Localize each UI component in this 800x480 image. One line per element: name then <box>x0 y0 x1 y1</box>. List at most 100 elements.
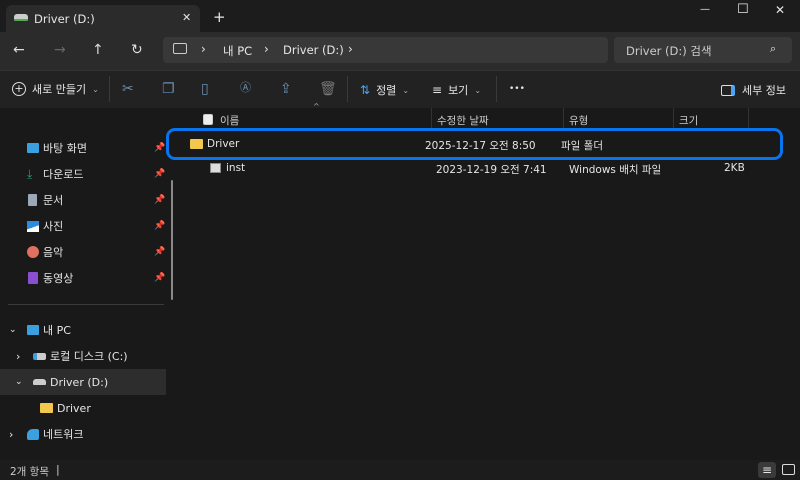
file-size: 2KB <box>724 162 745 174</box>
cut-icon[interactable]: ✂ <box>122 82 134 96</box>
address-bar[interactable]: › 내 PC › Driver (D:) › <box>163 37 608 63</box>
back-icon[interactable]: ← <box>13 43 25 57</box>
sidebar-label: 내 PC <box>43 324 71 337</box>
breadcrumb-driver-d[interactable]: Driver (D:) <box>283 43 344 57</box>
desktop-icon <box>27 143 39 153</box>
details-label: 세부 정보 <box>742 84 786 97</box>
file-name: inst <box>226 162 246 174</box>
batch-file-icon <box>210 163 221 173</box>
plus-circle-icon: + <box>12 82 26 96</box>
tree-item-driver-folder[interactable]: Driver <box>0 395 166 421</box>
minimize-button[interactable]: — <box>700 4 710 15</box>
file-type: 파일 폴더 <box>561 140 603 152</box>
chevron-right-icon: › <box>264 42 269 56</box>
computer-icon <box>27 325 39 335</box>
sidebar-item-documents[interactable]: 문서 📌 <box>0 187 166 213</box>
search-box[interactable]: Driver (D:) 검색 ⌕ <box>614 37 792 63</box>
chevron-right-icon[interactable]: › <box>16 350 33 363</box>
up-icon[interactable]: ↑ <box>92 43 104 57</box>
pin-icon[interactable]: 📌 <box>154 221 165 231</box>
rename-icon[interactable]: Ⓐ <box>240 82 251 93</box>
file-row-inst[interactable]: inst 2023-12-19 오전 7:41 Windows 배치 파일 2K… <box>170 160 780 180</box>
tab-title: Driver (D:) <box>34 12 95 26</box>
chevron-down-icon: ⌄ <box>474 85 482 95</box>
drive-icon <box>14 14 28 21</box>
sidebar-item-downloads[interactable]: ⤓ 다운로드 📌 <box>0 161 166 187</box>
column-header-date[interactable]: 수정한 날짜 <box>437 113 489 128</box>
folder-icon <box>190 139 203 149</box>
close-tab-button[interactable]: ✕ <box>182 11 191 24</box>
column-header-name[interactable]: 이름 <box>220 113 239 128</box>
column-header-size[interactable]: 크기 <box>679 113 698 128</box>
tree-item-local-disk-c[interactable]: › 로컬 디스크 (C:) <box>0 343 166 369</box>
pin-icon[interactable]: 📌 <box>154 273 165 283</box>
file-name: Driver <box>207 138 240 150</box>
divider <box>8 304 164 305</box>
select-all-checkbox[interactable] <box>203 114 213 125</box>
chevron-down-icon: ⌄ <box>92 84 99 94</box>
chevron-right-icon[interactable]: › <box>348 42 353 56</box>
view-label: 보기 <box>448 84 469 97</box>
tree-item-network[interactable]: › 네트워크 <box>0 421 166 447</box>
download-icon: ⤓ <box>27 166 33 181</box>
details-view-button[interactable]: ≡ <box>758 462 776 478</box>
file-date: 2023-12-19 오전 7:41 <box>436 164 547 176</box>
view-button[interactable]: ≡ 보기 ⌄ <box>432 82 481 98</box>
chevron-down-icon: ⌄ <box>402 85 410 95</box>
sidebar-item-music[interactable]: 음악 📌 <box>0 239 166 265</box>
sidebar-label: 음악 <box>43 246 64 259</box>
network-icon <box>27 428 39 440</box>
item-count: 2개 항목 <box>10 466 49 478</box>
status-bar: 2개 항목 | ≡ <box>0 460 800 480</box>
chevron-right-icon: › <box>201 42 206 56</box>
more-options-button[interactable]: ••• <box>509 84 525 94</box>
pin-icon[interactable]: 📌 <box>154 169 165 179</box>
sidebar-label: Driver <box>57 401 91 415</box>
details-pane-icon <box>721 84 735 96</box>
file-row-driver[interactable]: Driver 2025-12-17 오전 8:50 파일 폴더 <box>170 131 780 157</box>
pin-icon[interactable]: 📌 <box>154 195 165 205</box>
music-icon <box>27 246 39 258</box>
sidebar-item-desktop[interactable]: 바탕 화면 📌 <box>0 135 166 161</box>
sidebar-label: 문서 <box>43 194 64 207</box>
sidebar-label: 바탕 화면 <box>43 142 87 155</box>
paste-icon[interactable]: ▯ <box>201 82 209 96</box>
sort-arrow-icon: ^ <box>313 102 320 111</box>
large-icons-view-button[interactable] <box>782 464 795 475</box>
separator: | <box>56 463 60 476</box>
details-button[interactable]: 세부 정보 <box>721 82 786 98</box>
maximize-button[interactable]: ☐ <box>737 2 749 17</box>
new-tab-button[interactable]: + <box>213 8 226 26</box>
copy-icon[interactable]: ❐ <box>162 82 175 96</box>
new-button[interactable]: + 새로 만들기 ⌄ <box>12 81 99 97</box>
video-icon <box>28 272 38 284</box>
tree-item-my-pc[interactable]: ⌄ 내 PC <box>0 317 166 343</box>
tab-driver-d[interactable]: Driver (D:) ✕ <box>6 5 200 32</box>
drive-icon <box>33 352 46 360</box>
chevron-down-icon[interactable]: ⌄ <box>9 325 27 335</box>
pin-icon[interactable]: 📌 <box>154 143 165 153</box>
refresh-icon[interactable]: ↻ <box>131 43 143 57</box>
breadcrumb-my-pc[interactable]: 내 PC <box>223 43 252 59</box>
file-type: Windows 배치 파일 <box>569 164 662 176</box>
tree-item-driver-d[interactable]: ⌄ Driver (D:) <box>0 369 166 395</box>
folder-icon <box>40 403 53 413</box>
drive-icon <box>33 379 46 385</box>
chevron-right-icon[interactable]: › <box>9 428 27 441</box>
sidebar-label: 동영상 <box>43 272 74 285</box>
pin-icon[interactable]: 📌 <box>154 247 165 257</box>
sidebar-label: Driver (D:) <box>50 375 109 389</box>
sidebar-scrollbar[interactable] <box>171 180 173 300</box>
share-icon[interactable]: ⇪ <box>280 82 292 96</box>
chevron-down-icon[interactable]: ⌄ <box>15 377 33 387</box>
pictures-icon <box>27 220 39 232</box>
sidebar-item-videos[interactable]: 동영상 📌 <box>0 265 166 291</box>
column-header-type[interactable]: 유형 <box>569 113 588 128</box>
sidebar-item-pictures[interactable]: 사진 📌 <box>0 213 166 239</box>
close-window-button[interactable]: ✕ <box>775 3 785 17</box>
sort-button[interactable]: ⇅ 정렬 ⌄ <box>360 82 409 98</box>
forward-icon[interactable]: → <box>54 43 66 57</box>
sort-icon: ⇅ <box>360 83 371 97</box>
delete-icon[interactable]: 🗑 <box>319 82 337 96</box>
sort-label: 정렬 <box>376 84 397 97</box>
